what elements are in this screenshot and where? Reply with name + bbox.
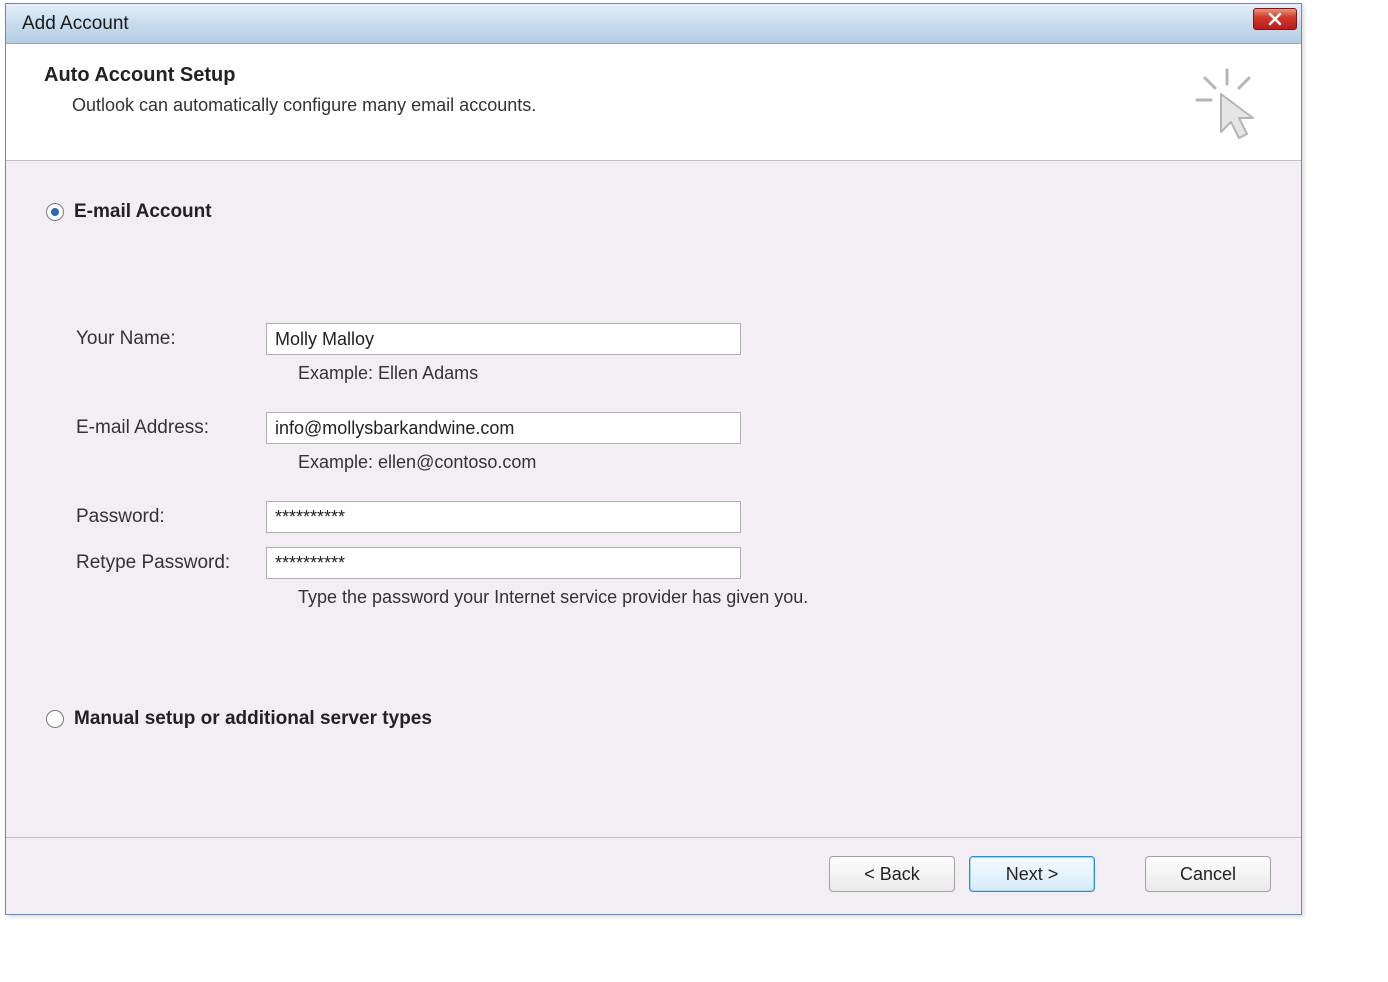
wizard-footer: < Back Next > Cancel bbox=[6, 837, 1301, 914]
password-input[interactable] bbox=[266, 501, 741, 533]
form-area: Your Name: Example: Ellen Adams E-mail A… bbox=[46, 233, 1261, 608]
window-title: Add Account bbox=[22, 13, 129, 35]
wizard-title: Auto Account Setup bbox=[44, 64, 536, 87]
close-button[interactable] bbox=[1253, 8, 1297, 30]
email-label: E-mail Address: bbox=[76, 417, 266, 439]
radio-email-account-label: E-mail Account bbox=[74, 201, 212, 223]
wizard-header-text: Auto Account Setup Outlook can automatic… bbox=[44, 64, 536, 116]
cursor-click-icon bbox=[1191, 64, 1271, 144]
name-example: Example: Ellen Adams bbox=[298, 363, 1261, 384]
email-example: Example: ellen@contoso.com bbox=[298, 452, 1261, 473]
password-label: Password: bbox=[76, 506, 266, 528]
next-button[interactable]: Next > bbox=[969, 856, 1095, 892]
cancel-button[interactable]: Cancel bbox=[1145, 856, 1271, 892]
radio-manual-setup[interactable]: Manual setup or additional server types bbox=[46, 708, 1261, 730]
radio-manual-setup-label: Manual setup or additional server types bbox=[74, 708, 432, 730]
radio-email-account[interactable]: E-mail Account bbox=[46, 201, 1261, 223]
password-hint: Type the password your Internet service … bbox=[298, 587, 1261, 608]
wizard-header: Auto Account Setup Outlook can automatic… bbox=[6, 44, 1301, 161]
radio-manual-setup-input[interactable] bbox=[46, 710, 64, 728]
retype-password-input[interactable] bbox=[266, 547, 741, 579]
wizard-body: E-mail Account Your Name: Example: Ellen… bbox=[6, 161, 1301, 760]
name-label: Your Name: bbox=[76, 328, 266, 350]
titlebar: Add Account bbox=[6, 4, 1301, 44]
wizard-subtitle: Outlook can automatically configure many… bbox=[72, 95, 536, 116]
add-account-dialog: Add Account Auto Account Setup Outlook c… bbox=[5, 3, 1302, 915]
email-input[interactable] bbox=[266, 412, 741, 444]
name-input[interactable] bbox=[266, 323, 741, 355]
radio-email-account-input[interactable] bbox=[46, 203, 64, 221]
close-icon bbox=[1268, 12, 1282, 26]
retype-password-label: Retype Password: bbox=[76, 552, 266, 574]
back-button[interactable]: < Back bbox=[829, 856, 955, 892]
